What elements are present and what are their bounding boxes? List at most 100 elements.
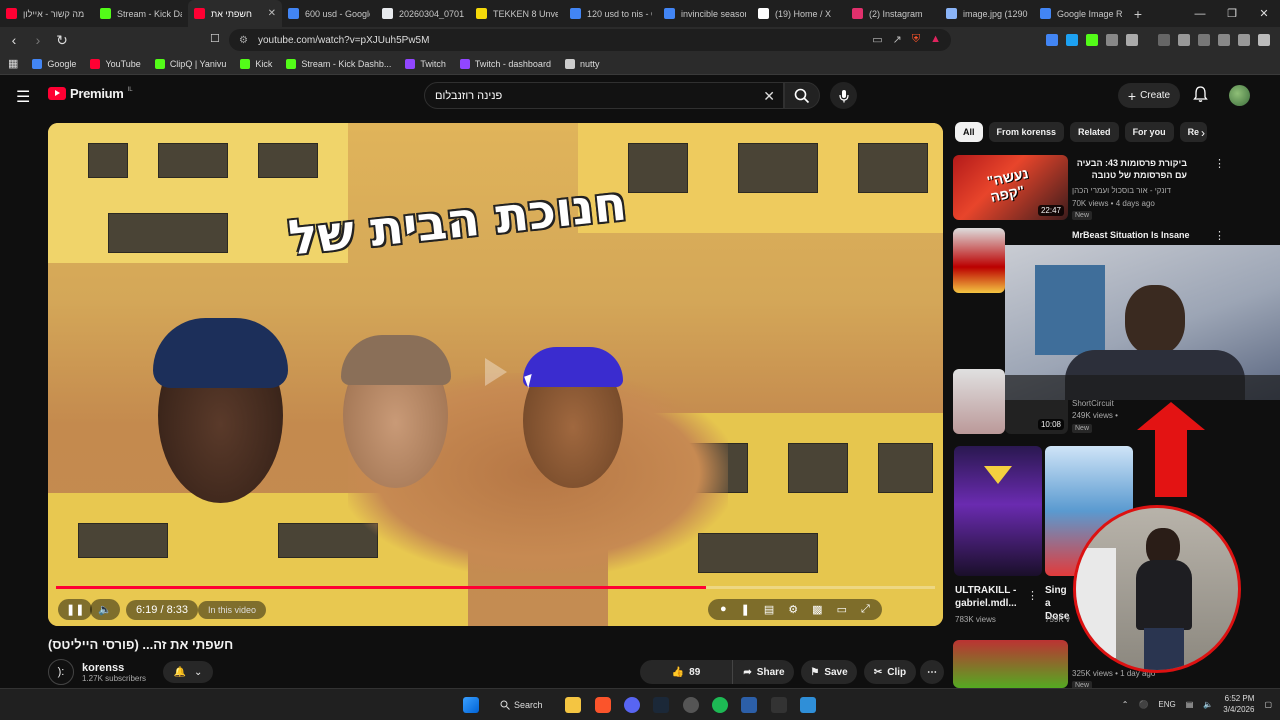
chips-next-icon[interactable]: › xyxy=(1201,126,1205,140)
browser-tab[interactable]: image.jpg (1290 xyxy=(940,0,1034,27)
address-bar[interactable]: ⚙ youtube.com/watch?v=pXJUuh5Pw5M ▭ ↗ ⛨ … xyxy=(229,29,951,51)
obs-icon[interactable] xyxy=(683,697,699,713)
menu-icon[interactable] xyxy=(1258,34,1270,46)
like-button[interactable]: 👍 89 xyxy=(640,660,732,684)
bookmark-item[interactable]: Twitch - dashboard xyxy=(459,58,551,69)
app-icon[interactable] xyxy=(741,697,757,713)
file-explorer-icon[interactable] xyxy=(565,697,581,713)
tray-network-icon[interactable]: ▤ xyxy=(1186,700,1194,709)
clear-search-icon[interactable]: ✕ xyxy=(763,88,775,105)
bookmark-item[interactable]: Twitch xyxy=(405,58,446,69)
account-avatar[interactable] xyxy=(1229,85,1250,106)
filter-chip[interactable]: Related xyxy=(1070,122,1119,142)
discord-icon[interactable] xyxy=(624,697,640,713)
tray-chevron-up-icon[interactable]: ⌃ xyxy=(1122,700,1129,709)
chapter-button[interactable]: In this video xyxy=(198,593,267,626)
browser-tab[interactable]: TEKKEN 8 Unveil xyxy=(470,0,564,27)
extension-icon[interactable] xyxy=(1066,34,1078,46)
sidebar-icon[interactable] xyxy=(1178,34,1190,46)
bookmark-item[interactable]: Kick xyxy=(240,58,272,69)
extension-icon[interactable] xyxy=(1086,34,1098,46)
language-indicator[interactable]: ENG xyxy=(1158,700,1175,709)
steam-icon[interactable] xyxy=(653,697,669,713)
close-window-icon[interactable]: ✕ xyxy=(1248,7,1280,20)
rec-thumbnail[interactable]: "נעשה קפה" 22:47 xyxy=(953,155,1068,220)
autoplay-toggle-icon[interactable]: ● xyxy=(720,603,727,616)
bookmark-item[interactable]: nutty xyxy=(564,58,599,69)
share-page-icon[interactable]: ↗ xyxy=(893,33,902,46)
search-input[interactable]: פנינה רוזנבלום ✕ xyxy=(424,82,784,109)
notification-icon[interactable]: ▢ xyxy=(1264,700,1272,709)
bookmark-item[interactable]: ClipQ | Yanivu xyxy=(154,58,226,69)
save-button[interactable]: ⚑ Save xyxy=(801,660,857,684)
filter-chip[interactable]: From korenss xyxy=(988,122,1065,142)
brave-rewards-icon[interactable]: ▲ xyxy=(930,33,941,46)
rec-more-icon[interactable]: ⋮ xyxy=(1214,157,1225,170)
new-tab-button[interactable]: + xyxy=(1128,6,1148,22)
apps-grid-icon[interactable]: ▦ xyxy=(8,57,18,70)
youtube-premium-logo[interactable]: Premium IL xyxy=(48,86,133,101)
browser-tab[interactable]: 600 usd - Google xyxy=(282,0,376,27)
browser-tab[interactable]: מה קשור - איילון xyxy=(0,0,94,27)
site-info-icon[interactable]: ⚙ xyxy=(239,35,248,46)
media-icon[interactable] xyxy=(1158,34,1170,46)
more-actions-button[interactable]: ⋯ xyxy=(920,660,944,684)
pause-button[interactable]: ❚❚ xyxy=(58,593,93,626)
clip-button[interactable]: ✂ Clip xyxy=(864,660,916,684)
forward-icon[interactable]: › xyxy=(28,32,48,48)
short-thumbnail[interactable] xyxy=(954,446,1042,576)
subscription-bell-button[interactable]: 🔔 ⌄ xyxy=(163,661,213,683)
rec-channel[interactable]: דונקי - אור בוסכול ועמרי הכהן xyxy=(1072,185,1171,196)
tray-mic-icon[interactable]: ⚫ xyxy=(1138,700,1148,709)
bookmark-item[interactable]: YouTube xyxy=(90,58,141,69)
tray-volume-icon[interactable]: 🔈 xyxy=(1203,700,1213,709)
extension-icon[interactable] xyxy=(1126,34,1138,46)
miniplayer-pause-icon[interactable]: ❚ xyxy=(741,603,750,616)
rec-title[interactable]: MrBeast Situation Is Insane xyxy=(1072,229,1212,241)
extension-icon[interactable] xyxy=(1046,34,1058,46)
minimize-icon[interactable]: — xyxy=(1184,8,1216,20)
wallet-icon[interactable] xyxy=(1198,34,1210,46)
windows-start-icon[interactable] xyxy=(463,697,479,713)
browser-tab[interactable]: Google Image Re xyxy=(1034,0,1128,27)
bookmark-star-icon[interactable]: ☐ xyxy=(210,32,220,45)
cast-icon[interactable]: ▭ xyxy=(872,33,882,46)
video-player[interactable]: חנוכת הבית של ❚❚ 🔈 6:19 / 8:33 In this v… xyxy=(48,123,943,626)
rec-more-icon[interactable]: ⋮ xyxy=(1214,229,1225,242)
channel-avatar[interactable]: ): xyxy=(48,659,74,685)
cast-player-icon[interactable]: ▭ xyxy=(837,603,847,616)
back-icon[interactable]: ‹ xyxy=(4,32,24,48)
browser-tab[interactable]: (2) Instagram xyxy=(846,0,940,27)
browser-tab[interactable]: Stream - Kick Da xyxy=(94,0,188,27)
puzzle-icon[interactable] xyxy=(1106,34,1118,46)
clock[interactable]: 6:52 PM 3/4/2026 xyxy=(1223,693,1254,715)
notifications-bell-icon[interactable] xyxy=(1193,86,1208,103)
app-icon[interactable] xyxy=(771,697,787,713)
search-button[interactable] xyxy=(784,82,820,109)
miniplayer-icon[interactable]: ▩ xyxy=(812,603,822,616)
browser-tab[interactable]: 120 usd to nis - G xyxy=(564,0,658,27)
short-more-icon[interactable]: ⋮ xyxy=(1027,589,1038,602)
rec-thumbnail[interactable] xyxy=(953,369,1005,434)
voice-search-button[interactable] xyxy=(830,82,857,109)
browser-tab[interactable]: invincible season xyxy=(658,0,752,27)
restore-icon[interactable]: ❐ xyxy=(1216,7,1248,20)
rec-thumbnail[interactable] xyxy=(953,640,1068,688)
rec-thumbnail[interactable] xyxy=(953,228,1005,293)
short-title[interactable]: ULTRAKILL - gabriel.mdl... xyxy=(955,584,1030,610)
filter-chip[interactable]: All xyxy=(955,122,983,142)
reload-icon[interactable]: ↻ xyxy=(52,32,72,49)
rec-title[interactable]: ביקורת פרסומות 43: הבעיה עם הפרסומת של ט… xyxy=(1072,157,1187,181)
bookmark-item[interactable]: Stream - Kick Dashb... xyxy=(286,58,391,69)
browser-tab[interactable]: (19) Home / X xyxy=(752,0,846,27)
create-button[interactable]: + Create xyxy=(1118,83,1180,108)
spotify-icon[interactable] xyxy=(712,697,728,713)
settings-gear-icon[interactable]: ⚙ xyxy=(788,603,798,616)
vpn-icon[interactable] xyxy=(1238,34,1250,46)
browser-tab[interactable]: 20260304_07013 xyxy=(376,0,470,27)
taskbar-search[interactable]: Search xyxy=(500,696,558,714)
close-tab-icon[interactable]: ✕ xyxy=(268,8,276,19)
browser-tab[interactable]: חשפתי את ✕ xyxy=(188,0,282,27)
leo-icon[interactable] xyxy=(1218,34,1230,46)
subtitles-icon[interactable]: ▤ xyxy=(764,603,774,616)
